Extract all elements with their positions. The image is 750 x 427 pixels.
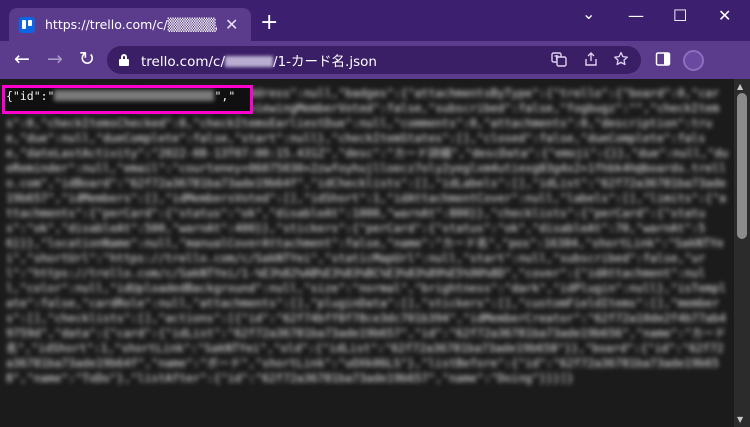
translate-icon[interactable] (551, 51, 567, 71)
forward-button[interactable]: → (47, 50, 63, 69)
reload-button[interactable]: ↻ (79, 50, 95, 69)
back-button[interactable]: ← (14, 50, 30, 69)
minimize-button[interactable]: — (628, 6, 644, 25)
lock-icon[interactable] (119, 54, 129, 66)
scroll-up-arrow-icon[interactable]: ▲ (737, 82, 743, 91)
scrollbar-thumb[interactable] (737, 93, 747, 239)
tab-search-icon[interactable]: ⌄ (582, 4, 595, 23)
redacted-card-id (225, 56, 274, 67)
vertical-scrollbar[interactable]: ▲ ▼ (734, 79, 750, 427)
scroll-down-arrow-icon[interactable]: ▼ (737, 415, 743, 424)
json-body: {"id":"62f72a36781ba73ade19b656","addres… (6, 86, 729, 385)
tab-strip: https://trello.com/c/▒▒▒▒▒/1- ✕ + ⌄ — ☐ … (0, 0, 750, 41)
close-window-button[interactable]: ✕ (718, 6, 731, 25)
browser-toolbar: ← → ↻ trello.com/c//1-カード名.json (0, 41, 750, 79)
share-icon[interactable] (583, 51, 599, 71)
address-url[interactable]: trello.com/c//1-カード名.json (141, 50, 377, 70)
highlight-box (2, 85, 253, 114)
side-panel-icon[interactable] (655, 51, 671, 70)
maximize-button[interactable]: ☐ (673, 6, 687, 25)
address-bar[interactable]: trello.com/c//1-カード名.json (107, 46, 641, 74)
profile-avatar[interactable] (683, 50, 704, 71)
star-icon[interactable] (613, 51, 629, 71)
tab-close-icon[interactable]: ✕ (225, 16, 238, 33)
trello-favicon-icon (19, 16, 35, 33)
json-viewer: {"id":"62f72a36781ba73ade19b656","addres… (0, 79, 734, 427)
browser-tab[interactable]: https://trello.com/c/▒▒▒▒▒/1- ✕ (9, 8, 251, 41)
tab-title: https://trello.com/c/▒▒▒▒▒/1- (45, 17, 217, 32)
new-tab-button[interactable]: + (260, 12, 278, 34)
